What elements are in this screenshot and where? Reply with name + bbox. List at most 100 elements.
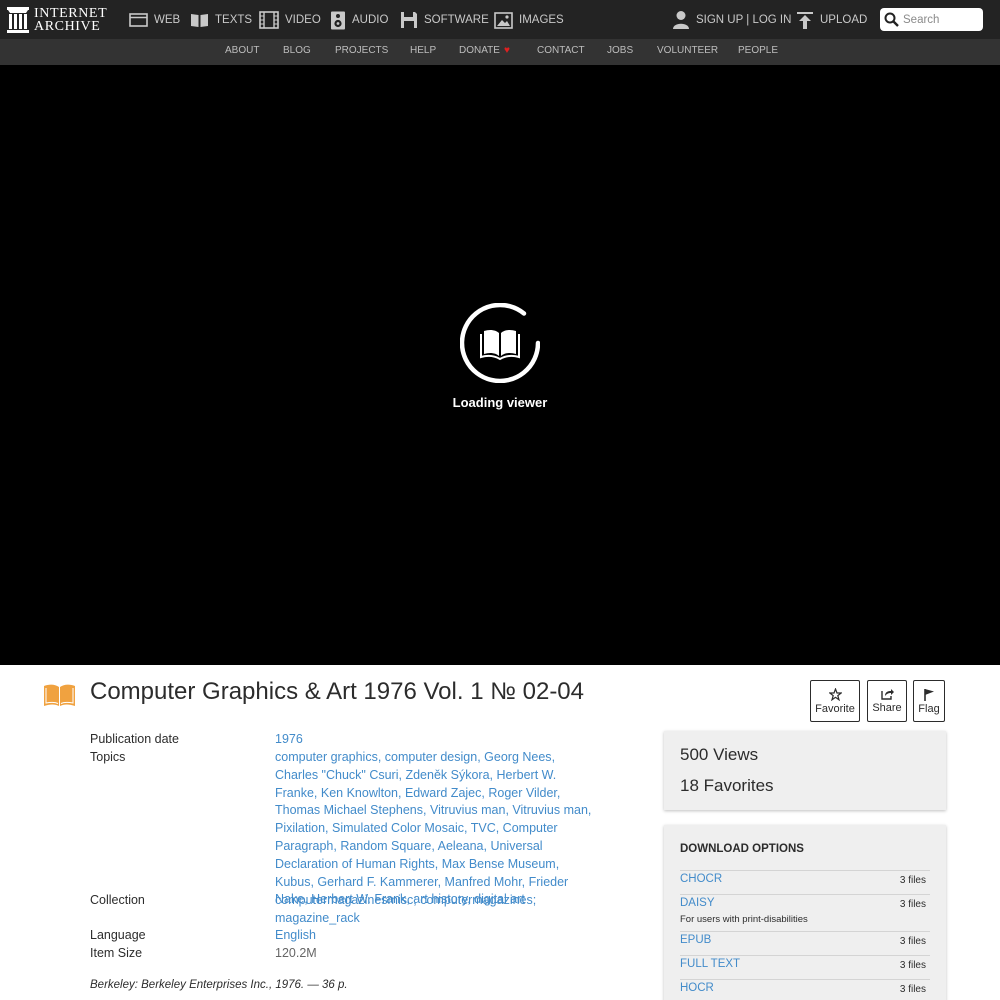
download-format-link[interactable]: FULL TEXT [680,958,740,970]
topic-link[interactable]: Vitruvius man [512,803,588,817]
nav-software[interactable]: SOFTWARE [400,9,489,31]
nav-audio[interactable]: AUDIO [330,9,388,31]
download-file-count[interactable]: 3 files [900,960,926,971]
search-box[interactable] [880,8,983,31]
subnav-donate[interactable]: DONATE ♥ [459,39,510,65]
favorite-label: Favorite [815,702,855,715]
topic-link[interactable]: Edward Zajec [405,786,481,800]
list-separator: , [556,785,561,800]
share-button[interactable]: Share [867,680,907,722]
download-file-count[interactable]: 3 files [900,875,926,886]
nav-images-label: IMAGES [519,14,564,26]
top-navigation-bar: INTERNET ARCHIVE WEB TEXTS VIDEO AUDIO S… [0,0,1000,39]
nav-texts-label: TEXTS [215,14,253,26]
download-file-count[interactable]: 3 files [900,936,926,947]
topics-list: computer graphics, computer design, Geor… [275,749,600,909]
item-size-label: Item Size [90,946,143,960]
search-icon[interactable] [884,12,899,27]
topic-link[interactable]: Thomas Michael Stephens [275,803,423,817]
software-icon [401,12,417,28]
download-format-link[interactable]: HOCR [680,982,714,994]
subnav-volunteer[interactable]: VOLUNTEER [657,39,718,65]
share-icon [880,689,894,700]
download-format-link[interactable]: CHOCR [680,873,722,885]
favorites-count: 18 Favorites [680,776,774,795]
list-separator: , [551,750,556,764]
upload-label: UPLOAD [820,14,868,26]
list-separator: , [325,821,332,836]
topic-link[interactable]: Simulated Color Mosaic [332,821,464,835]
subnav-jobs[interactable]: JOBS [607,39,633,65]
views-count: 500 Views [680,745,759,764]
publication-date-link[interactable]: 1976 [275,732,303,746]
flag-label: Flag [918,702,940,715]
topic-link[interactable]: Manfred Mohr [445,875,522,889]
audio-icon [331,11,345,29]
language-link[interactable]: English [275,928,316,942]
collection-link[interactable]: computermagazinesmisc [275,893,413,907]
favorite-button[interactable]: Favorite [810,680,860,722]
upload-link[interactable]: UPLOAD [796,9,867,31]
upload-icon [797,11,813,29]
flag-button[interactable]: Flag [913,680,945,722]
video-icon [259,11,279,29]
nav-web[interactable]: WEB [129,9,180,31]
topic-link[interactable]: TVC [471,821,496,835]
book-viewer[interactable]: Loading viewer [0,65,1000,665]
nav-software-label: SOFTWARE [424,14,489,26]
topic-link[interactable]: Gerhard F. Kammerer [317,875,437,889]
download-row[interactable]: EPUB 3 files [680,931,930,955]
download-row[interactable]: FULL TEXT 3 files [680,955,930,979]
nav-audio-label: AUDIO [352,14,389,26]
search-input[interactable] [903,13,979,26]
download-row[interactable]: CHOCR 3 files [680,870,930,894]
topic-link[interactable]: computer design [385,750,477,764]
topic-link[interactable]: Zdeněk Sýkora [405,768,489,782]
logo-line-2: ARCHIVE [34,19,101,34]
nav-video[interactable]: VIDEO [259,9,321,31]
download-format-link[interactable]: EPUB [680,934,711,946]
topic-link[interactable]: Pixilation [275,821,325,835]
subnav-blog[interactable]: BLOG [283,39,311,65]
subnav-about[interactable]: ABOUT [225,39,259,65]
list-separator: , [398,785,405,800]
subnav-contact[interactable]: CONTACT [537,39,585,65]
subnav-people[interactable]: PEOPLE [738,39,778,65]
sign-up-log-in-link[interactable]: SIGN UP | LOG IN [672,9,791,31]
topic-link[interactable]: Kubus [275,875,310,889]
nav-texts[interactable]: TEXTS [190,9,252,31]
list-separator: , [463,821,471,836]
sign-up-log-in-label: SIGN UP | LOG IN [696,14,792,26]
subnav-help[interactable]: HELP [410,39,436,65]
nav-images[interactable]: IMAGES [494,9,564,31]
user-icon [673,11,689,29]
language-value-row: English [275,927,600,945]
topic-link[interactable]: Georg Nees [484,750,551,764]
heart-icon: ♥ [503,45,510,56]
topic-link[interactable]: Aeleana [438,839,484,853]
list-separator: , [434,856,442,871]
topic-link[interactable]: Vitruvius man [430,803,506,817]
download-file-count[interactable]: 3 files [900,984,926,995]
list-separator: , [521,874,529,889]
topic-link[interactable]: computer graphics [275,750,378,764]
topic-link[interactable]: Max Bense Museum [442,857,556,871]
topic-link[interactable]: Roger Vilder [488,786,557,800]
download-format-link[interactable]: DAISY [680,897,715,909]
item-title: Computer Graphics & Art 1976 Vol. 1 № 02… [90,678,585,705]
flag-icon [924,688,934,701]
share-label: Share [872,702,902,714]
topic-link[interactable]: Ken Knowlton [321,786,398,800]
list-separator: , [313,785,321,800]
subnav-donate-label: DONATE [459,45,500,56]
topic-link[interactable]: Random Square [340,839,431,853]
download-row[interactable]: HOCR 3 files [680,979,930,1000]
collection-link[interactable]: computermagazines [420,893,533,907]
collection-link[interactable]: magazine_rack [275,911,360,925]
topic-link[interactable]: Charles "Chuck" Csuri [275,768,399,782]
subnav-projects[interactable]: PROJECTS [335,39,388,65]
download-row[interactable]: DAISY 3 files For users with print-disab… [680,894,930,931]
texts-icon [191,14,208,27]
download-file-count[interactable]: 3 files [900,899,926,910]
internet-archive-logo[interactable]: INTERNET ARCHIVE [7,6,117,34]
